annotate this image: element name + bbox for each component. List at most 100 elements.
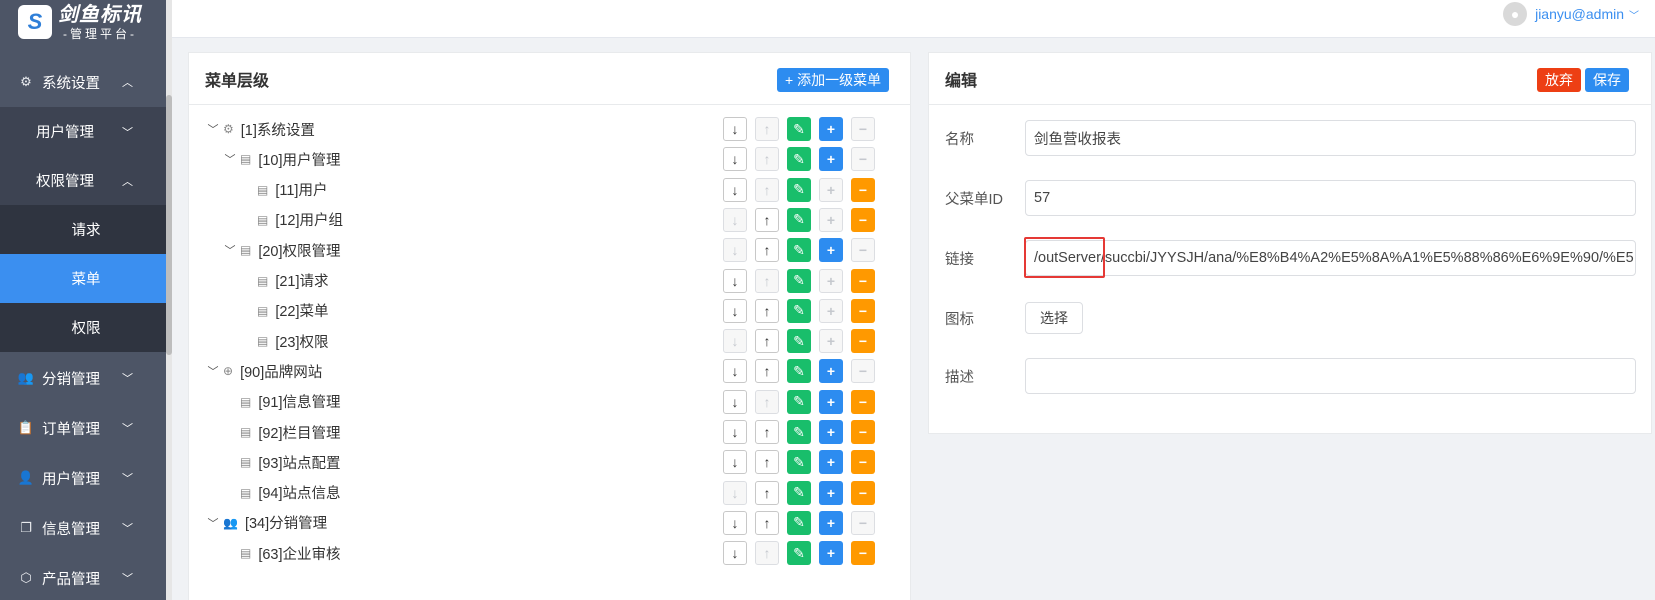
- tree-node[interactable]: ⚙ [1]系统设置: [223, 119, 315, 140]
- tree-node[interactable]: ▤ [91]信息管理: [240, 391, 341, 412]
- sidebar-item-requests[interactable]: 请求: [0, 205, 172, 254]
- name-field[interactable]: 剑鱼营收报表: [1025, 120, 1636, 156]
- save-button[interactable]: 保存: [1585, 68, 1629, 92]
- sidebar-item-products[interactable]: ⬡ 产品管理 ﹀: [0, 553, 172, 600]
- tree-row[interactable]: ▤ [21]请求 ↓ ↑ ✎ + −: [189, 265, 889, 297]
- tree-node[interactable]: 👥 [34]分销管理: [223, 512, 327, 533]
- remove-button[interactable]: −: [851, 207, 875, 232]
- move-down-button[interactable]: ↓: [723, 147, 747, 172]
- sidebar-item-menu[interactable]: 菜单: [0, 254, 172, 303]
- remove-button[interactable]: −: [851, 450, 875, 475]
- user-menu[interactable]: ● jianyu@admin ﹀: [1503, 2, 1639, 26]
- move-down-button[interactable]: ↓: [723, 510, 747, 535]
- tree-row[interactable]: ﹀ ⊕ [90]品牌网站 ↓ ↑ ✎ + −: [189, 355, 889, 387]
- edit-button[interactable]: ✎: [787, 450, 811, 475]
- move-down-button[interactable]: ↓: [723, 359, 747, 384]
- move-down-button[interactable]: ↓: [723, 117, 747, 141]
- remove-button[interactable]: −: [851, 298, 875, 323]
- move-up-button[interactable]: ↑: [755, 329, 779, 354]
- tree-node[interactable]: ▤ [10]用户管理: [240, 149, 341, 170]
- edit-button[interactable]: ✎: [787, 510, 811, 535]
- add-child-button[interactable]: +: [819, 510, 843, 535]
- sidebar-item-orders[interactable]: 📋 订单管理 ﹀: [0, 403, 172, 453]
- sidebar-scrollbar-thumb[interactable]: [166, 95, 172, 355]
- parent-id-field[interactable]: 57: [1025, 180, 1636, 216]
- chevron-down-icon[interactable]: ﹀: [207, 515, 219, 531]
- sidebar-item-user-mgmt[interactable]: 用户管理 ﹀: [0, 107, 172, 156]
- edit-button[interactable]: ✎: [787, 207, 811, 232]
- tree-node[interactable]: ▤ [23]权限: [257, 331, 329, 352]
- tree-node[interactable]: ▤ [63]企业审核: [240, 543, 341, 564]
- move-up-button[interactable]: ↑: [755, 480, 779, 505]
- sidebar-item-system-settings[interactable]: ⚙ 系统设置 ︿: [0, 57, 172, 107]
- remove-button[interactable]: −: [851, 329, 875, 354]
- chevron-down-icon[interactable]: ﹀: [224, 151, 236, 167]
- move-down-button[interactable]: ↓: [723, 177, 747, 202]
- move-up-button[interactable]: ↑: [755, 298, 779, 323]
- tree-node[interactable]: ▤ [92]栏目管理: [240, 422, 341, 443]
- tree-row[interactable]: ﹀ 👥 [34]分销管理 ↓ ↑ ✎ + −: [189, 507, 889, 539]
- edit-button[interactable]: ✎: [787, 541, 811, 566]
- tree-row[interactable]: ▤ [92]栏目管理 ↓ ↑ ✎ + −: [189, 416, 889, 448]
- add-child-button[interactable]: +: [819, 450, 843, 475]
- sidebar-item-users[interactable]: 👤 用户管理 ﹀: [0, 453, 172, 503]
- add-child-button[interactable]: +: [819, 359, 843, 384]
- tree-row[interactable]: ﹀ ▤ [20]权限管理 ↓ ↑ ✎ + −: [189, 234, 889, 266]
- move-down-button[interactable]: ↓: [723, 298, 747, 323]
- edit-button[interactable]: ✎: [787, 238, 811, 263]
- edit-button[interactable]: ✎: [787, 420, 811, 444]
- move-down-button[interactable]: ↓: [723, 268, 747, 293]
- link-field[interactable]: /outServer/succbi/JYYSJH/ana/%E8%B4%A2%E…: [1025, 240, 1636, 276]
- tree-row[interactable]: ﹀ ⚙ [1]系统设置 ↓ ↑ ✎ + −: [189, 113, 889, 145]
- remove-button[interactable]: −: [851, 420, 875, 444]
- edit-button[interactable]: ✎: [787, 298, 811, 323]
- sidebar-item-permissions[interactable]: 权限: [0, 303, 172, 352]
- tree-node[interactable]: ⊕ [90]品牌网站: [223, 361, 322, 382]
- sidebar-scrollbar[interactable]: [166, 0, 172, 600]
- sidebar-item-permission-mgmt[interactable]: 权限管理 ︿: [0, 156, 172, 205]
- chevron-down-icon[interactable]: ﹀: [207, 363, 219, 379]
- move-up-button[interactable]: ↑: [755, 510, 779, 535]
- add-child-button[interactable]: +: [819, 480, 843, 505]
- add-child-button[interactable]: +: [819, 420, 843, 444]
- tree-node[interactable]: ▤ [12]用户组: [257, 209, 343, 230]
- move-down-button[interactable]: ↓: [723, 541, 747, 566]
- description-field[interactable]: [1025, 358, 1636, 394]
- edit-button[interactable]: ✎: [787, 147, 811, 172]
- tree-row[interactable]: ﹀ ▤ [10]用户管理 ↓ ↑ ✎ + −: [189, 143, 889, 175]
- move-up-button[interactable]: ↑: [755, 238, 779, 263]
- edit-button[interactable]: ✎: [787, 177, 811, 202]
- move-down-button[interactable]: ↓: [723, 420, 747, 444]
- add-child-button[interactable]: +: [819, 541, 843, 566]
- tree-row[interactable]: ▤ [94]站点信息 ↓ ↑ ✎ + −: [189, 477, 889, 509]
- tree-row[interactable]: ▤ [91]信息管理 ↓ ↑ ✎ + −: [189, 386, 889, 418]
- tree-row[interactable]: ▤ [93]站点配置 ↓ ↑ ✎ + −: [189, 446, 889, 478]
- remove-button[interactable]: −: [851, 268, 875, 293]
- move-up-button[interactable]: ↑: [755, 450, 779, 475]
- add-child-button[interactable]: +: [819, 117, 843, 141]
- add-child-button[interactable]: +: [819, 238, 843, 263]
- tree-row[interactable]: ▤ [63]企业审核 ↓ ↑ ✎ + −: [189, 537, 889, 569]
- tree-row[interactable]: ▤ [22]菜单 ↓ ↑ ✎ + −: [189, 295, 889, 327]
- sidebar-item-distribution[interactable]: 👥 分销管理 ﹀: [0, 353, 172, 403]
- add-top-menu-button[interactable]: + 添加一级菜单: [777, 68, 890, 92]
- edit-button[interactable]: ✎: [787, 389, 811, 414]
- remove-button[interactable]: −: [851, 541, 875, 566]
- edit-button[interactable]: ✎: [787, 117, 811, 141]
- chevron-down-icon[interactable]: ﹀: [224, 242, 236, 258]
- remove-button[interactable]: −: [851, 389, 875, 414]
- tree-node[interactable]: ▤ [20]权限管理: [240, 240, 341, 261]
- tree-node[interactable]: ▤ [93]站点配置: [240, 452, 341, 473]
- tree-node[interactable]: ▤ [11]用户: [257, 179, 327, 200]
- tree-node[interactable]: ▤ [94]站点信息: [240, 482, 341, 503]
- edit-button[interactable]: ✎: [787, 359, 811, 384]
- move-up-button[interactable]: ↑: [755, 359, 779, 384]
- tree-row[interactable]: ▤ [23]权限 ↓ ↑ ✎ + −: [189, 325, 889, 357]
- move-up-button[interactable]: ↑: [755, 420, 779, 444]
- move-up-button[interactable]: ↑: [755, 207, 779, 232]
- select-icon-button[interactable]: 选择: [1025, 302, 1083, 334]
- move-down-button[interactable]: ↓: [723, 450, 747, 475]
- chevron-down-icon[interactable]: ﹀: [207, 121, 219, 137]
- discard-button[interactable]: 放弃: [1537, 68, 1581, 92]
- tree-row[interactable]: ▤ [11]用户 ↓ ↑ ✎ + −: [189, 174, 889, 206]
